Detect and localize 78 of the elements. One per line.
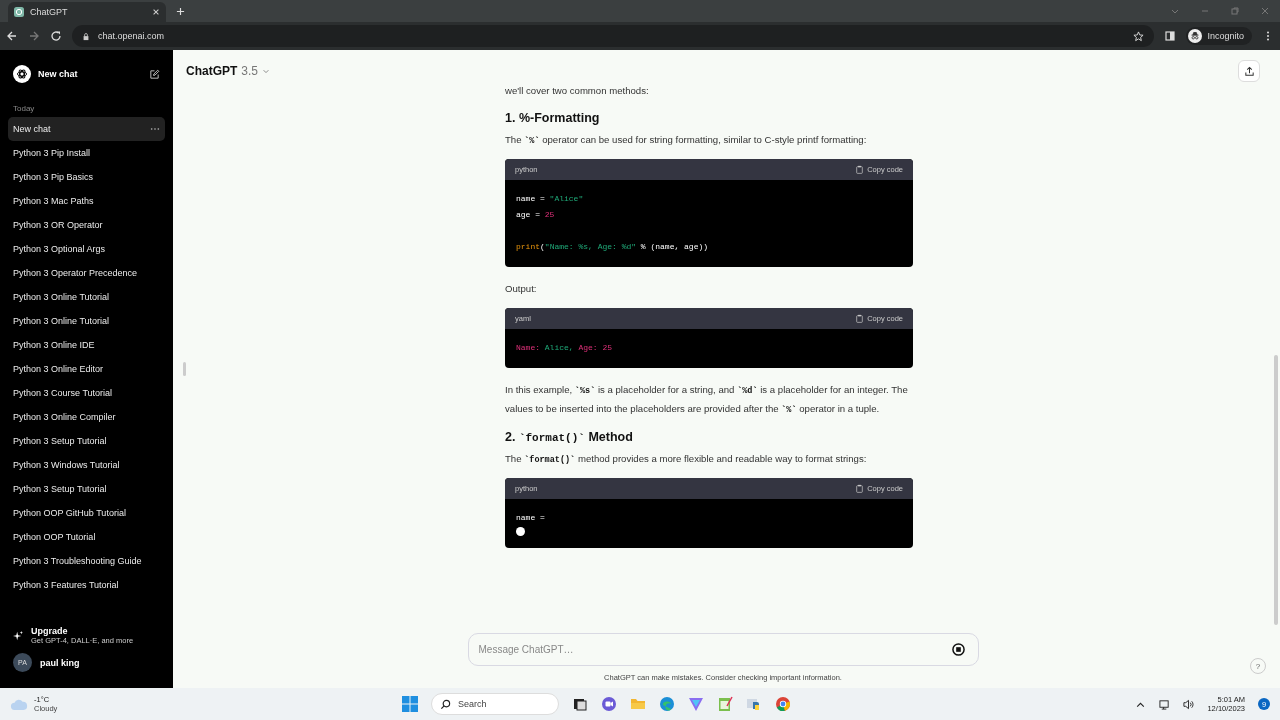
chat-history-item[interactable]: Python 3 Online IDE [8,333,165,357]
browser-tab[interactable]: ChatGPT [8,2,166,22]
chat-history-item[interactable]: Python 3 Course Tutorial [8,381,165,405]
cloud-icon [10,697,28,711]
reload-icon[interactable] [50,30,62,42]
section-heading: 1. %-Formatting [505,110,601,125]
paragraph: In this example, `%s` is a placeholder for a string, and `%d` is a placeholder for an integer. The values to be inserted into the placeholders are provided after the `%` operator in a tuple. [505,382,909,417]
network-icon[interactable] [1159,698,1171,710]
chat-history-item[interactable]: Python 3 Setup Tutorial [8,429,165,453]
chat-history-item[interactable]: Python 3 Online Tutorial [8,309,165,333]
chat-history-item[interactable]: Python 3 Pip Install [8,141,165,165]
stop-icon[interactable] [951,643,965,656]
profile-button[interactable]: Incognito [1186,27,1252,45]
new-tab-icon[interactable] [176,7,185,16]
lock-icon [82,31,90,41]
back-icon[interactable] [6,30,18,42]
share-button[interactable] [1238,60,1260,82]
code-line: print("Name: %s, Age: %d" % (name, age)) [516,241,710,253]
section-label: Today [13,104,36,113]
paragraph: The `%` operator can be used for string formatting, similar to C-style printf formatting: [505,132,868,148]
taskbar-search[interactable]: Search [430,693,559,715]
message-input[interactable]: Message ChatGPT… [467,633,979,666]
task-view-icon[interactable] [571,696,588,712]
chat-history-item[interactable]: Python 3 Mac Paths [8,189,165,213]
paragraph: The `format()` method provides a more flexible and readable way to format strings: [505,451,868,467]
code-line: name = [516,512,546,524]
browser-icon[interactable] [658,696,675,712]
incognito-icon [1188,29,1203,43]
code-line: name = "Alice" [516,193,585,205]
chat-history-item[interactable]: Python 3 Setup Tutorial [8,477,165,501]
sidebar-handle[interactable] [183,362,186,376]
clipboard-icon [856,313,864,323]
user-name: paul king [40,657,80,668]
chat-app-icon[interactable] [600,696,617,712]
code-line: age = 25 [516,209,556,221]
new-chat-button[interactable]: New chat [8,50,165,84]
close-icon[interactable] [152,8,160,16]
upgrade-title: Upgrade [31,626,69,636]
volume-icon[interactable] [1183,698,1195,710]
chat-history-item[interactable]: Python 3 Online Editor [8,357,165,381]
caret-icon [262,67,271,75]
clipboard-icon [856,165,864,174]
chat-history-item[interactable]: Python 3 OR Operator [8,213,165,237]
sparkle-icon [13,630,23,641]
scrollbar-thumb[interactable] [1274,355,1278,625]
chat-history-item[interactable]: Python 3 Online Tutorial [8,285,165,309]
chat-history-item[interactable]: Python 3 Operator Precedence [8,261,165,285]
python-icon[interactable] [745,696,762,712]
start-icon[interactable] [401,696,418,712]
model-selector[interactable]: ChatGPT 3.5 [186,64,271,78]
side-panel-icon[interactable] [1164,30,1177,42]
logo-icon [14,7,24,17]
chrome-icon[interactable] [774,696,791,712]
chat-history-item[interactable]: Python OOP Tutorial [8,525,165,549]
paragraph: Output: [505,282,538,296]
chat-history-item[interactable]: Python 3 Troubleshooting Guide [8,549,165,573]
more-icon[interactable] [150,127,160,131]
chat-history-item[interactable]: Python 3 Optional Args [8,237,165,261]
chat-history-item[interactable]: Python 3 Features Tutorial [8,573,165,597]
notepad-icon[interactable] [716,696,733,712]
edit-icon[interactable] [149,68,160,80]
clipboard-icon [856,484,864,493]
forward-icon[interactable] [28,30,40,42]
paragraph: we'll cover two common methods: [505,84,650,98]
funnel-icon[interactable] [687,696,704,712]
chat-history-item[interactable]: Python OOP GitHub Tutorial [8,501,165,525]
chat-history-item[interactable]: Python 3 Pip Basics [8,165,165,189]
chat-history-item[interactable]: New chat [8,117,165,141]
code-line: Name: Alice, Age: 25 [516,341,614,354]
chat-history-item[interactable]: Python 3 Online Compiler [8,405,165,429]
logo-icon [13,65,31,83]
star-icon[interactable] [1133,30,1145,42]
address-bar[interactable]: chat.openai.com [72,25,1155,47]
share-icon [1243,65,1255,77]
tab-title: ChatGPT [30,7,69,17]
chat-history-item[interactable]: Python 3 Windows Tutorial [8,453,165,477]
section-heading: 2. `format()` Method [505,429,634,444]
search-icon [439,698,451,710]
